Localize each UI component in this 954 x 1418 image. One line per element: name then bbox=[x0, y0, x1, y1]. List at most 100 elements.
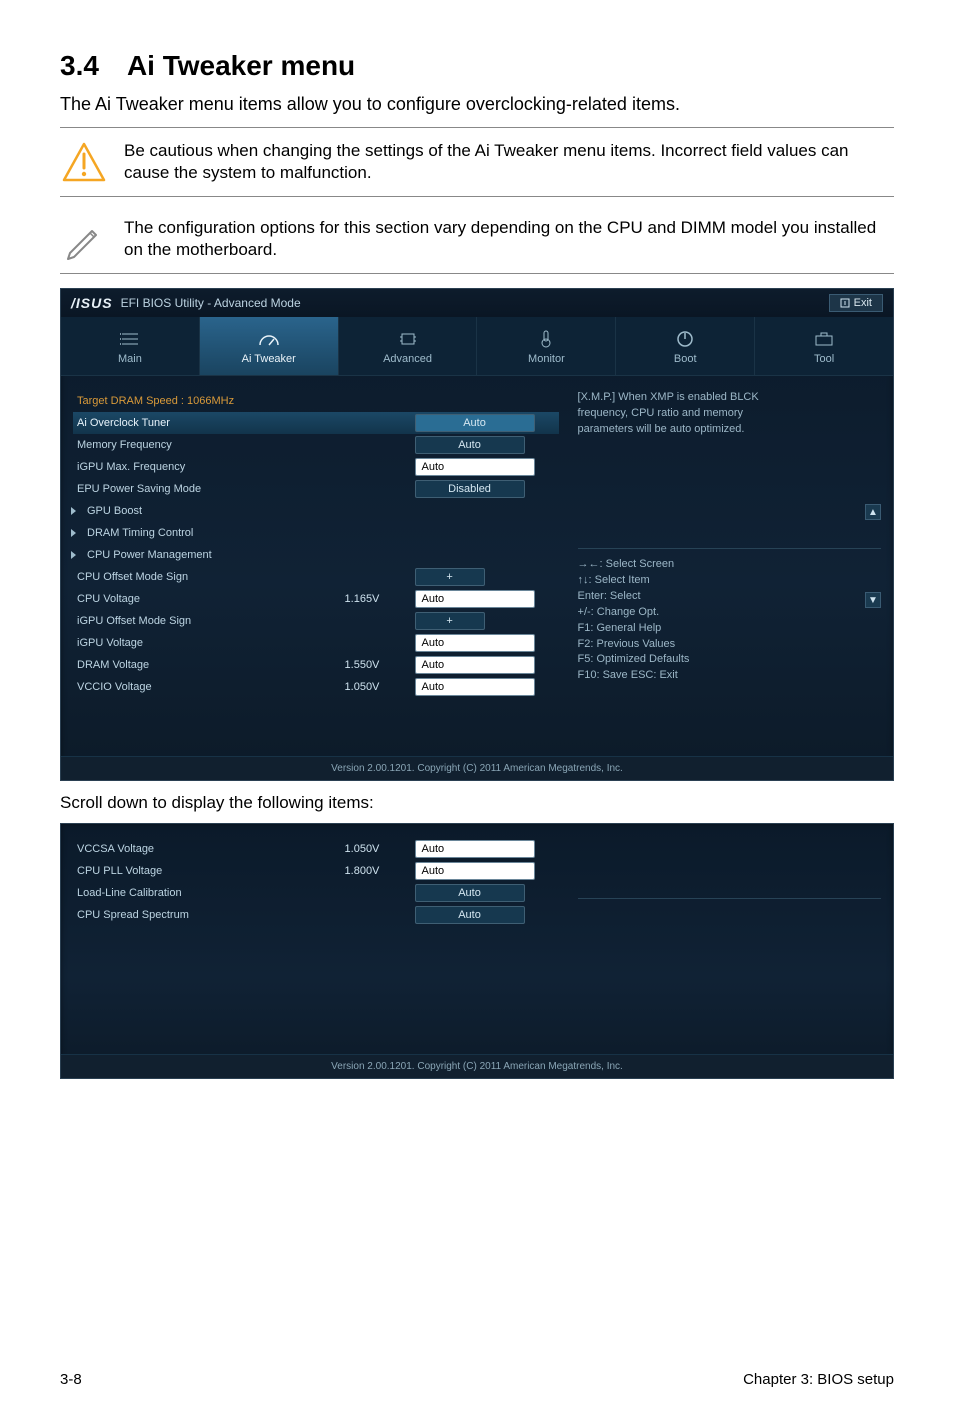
row-cpu-spread-spectrum[interactable]: CPU Spread Spectrum Auto bbox=[73, 904, 559, 926]
bios-settings-list-2: VCCSA Voltage 1.050V Auto CPU PLL Voltag… bbox=[73, 838, 567, 1042]
label-cpu-voltage: CPU Voltage bbox=[77, 593, 345, 605]
info-text: The configuration options for this secti… bbox=[124, 215, 894, 261]
help-line-1: [X.M.P.] When XMP is enabled BLCK bbox=[578, 390, 881, 406]
row-cpu-pll-voltage[interactable]: CPU PLL Voltage 1.800V Auto bbox=[73, 860, 559, 882]
section-number: 3.4 bbox=[60, 50, 99, 81]
bios-brand: /ISUS bbox=[71, 295, 113, 311]
row-vccsa-voltage[interactable]: VCCSA Voltage 1.050V Auto bbox=[73, 838, 559, 860]
value-vccio-voltage[interactable]: Auto bbox=[415, 678, 535, 696]
value-vccsa-voltage[interactable]: Auto bbox=[415, 840, 535, 858]
value-igpu-max-frequency[interactable]: Auto bbox=[415, 458, 535, 476]
help-nav-4: +/-: Change Opt. bbox=[578, 605, 881, 621]
bios-body: Target DRAM Speed : 1066MHz Ai Overclock… bbox=[61, 376, 893, 756]
exit-button[interactable]: Exit bbox=[829, 294, 883, 312]
value-dram-voltage[interactable]: Auto bbox=[415, 656, 535, 674]
value-cpu-spread-spectrum[interactable]: Auto bbox=[415, 906, 525, 924]
scroll-down-button[interactable]: ▼ bbox=[865, 592, 881, 608]
value-cpu-voltage[interactable]: Auto bbox=[415, 590, 535, 608]
bios-help-panel-2 bbox=[567, 838, 881, 1042]
help-line-2: frequency, CPU ratio and memory bbox=[578, 406, 881, 422]
tab-ai-tweaker-label: Ai Tweaker bbox=[242, 353, 296, 365]
tab-tool-label: Tool bbox=[814, 353, 834, 365]
value-cpu-pll-voltage[interactable]: Auto bbox=[415, 862, 535, 880]
row-igpu-max-frequency[interactable]: iGPU Max. Frequency Auto bbox=[73, 456, 559, 478]
label-igpu-offset-mode-sign: iGPU Offset Mode Sign bbox=[77, 615, 345, 627]
bios-window-main: /ISUS EFI BIOS Utility - Advanced Mode E… bbox=[60, 288, 894, 781]
row-igpu-offset-mode-sign[interactable]: iGPU Offset Mode Sign + bbox=[73, 610, 559, 632]
section-heading: 3.4Ai Tweaker menu bbox=[60, 50, 894, 82]
bios-window-scrolled: VCCSA Voltage 1.050V Auto CPU PLL Voltag… bbox=[60, 823, 894, 1079]
scroll-note: Scroll down to display the following ite… bbox=[60, 793, 894, 813]
tab-main[interactable]: Main bbox=[61, 317, 200, 375]
caution-icon bbox=[60, 138, 108, 186]
row-cpu-power-management[interactable]: CPU Power Management bbox=[73, 544, 559, 566]
intro-text: The Ai Tweaker menu items allow you to c… bbox=[60, 94, 894, 115]
dashboard-icon bbox=[258, 328, 280, 350]
bios-titlebar: /ISUS EFI BIOS Utility - Advanced Mode E… bbox=[61, 289, 893, 317]
row-vccio-voltage[interactable]: VCCIO Voltage 1.050V Auto bbox=[73, 676, 559, 698]
tab-ai-tweaker[interactable]: Ai Tweaker bbox=[200, 317, 339, 375]
row-gpu-boost[interactable]: GPU Boost bbox=[73, 500, 559, 522]
value-igpu-offset-mode-sign[interactable]: + bbox=[415, 612, 485, 630]
exit-icon bbox=[840, 298, 850, 308]
value-memory-frequency[interactable]: Auto bbox=[415, 436, 525, 454]
row-igpu-voltage[interactable]: iGPU Voltage Auto bbox=[73, 632, 559, 654]
tab-tool[interactable]: Tool bbox=[755, 317, 893, 375]
label-igpu-voltage: iGPU Voltage bbox=[77, 637, 345, 649]
label-gpu-boost: GPU Boost bbox=[87, 505, 345, 517]
help-nav-1: →←: Select Screen bbox=[578, 557, 881, 573]
tab-main-label: Main bbox=[118, 353, 142, 365]
exit-label: Exit bbox=[854, 297, 872, 309]
row-dram-timing-control[interactable]: DRAM Timing Control bbox=[73, 522, 559, 544]
pencil-icon bbox=[60, 215, 108, 263]
reading-dram-voltage: 1.550V bbox=[345, 659, 415, 671]
row-cpu-voltage[interactable]: CPU Voltage 1.165V Auto bbox=[73, 588, 559, 610]
value-ai-overclock-tuner[interactable]: Auto bbox=[415, 414, 535, 432]
tab-boot[interactable]: Boot bbox=[616, 317, 755, 375]
bios-tabs: Main Ai Tweaker Advanced Monitor Boot bbox=[61, 317, 893, 376]
list-icon bbox=[120, 328, 140, 350]
bios-settings-list: Target DRAM Speed : 1066MHz Ai Overclock… bbox=[73, 390, 567, 744]
row-memory-frequency[interactable]: Memory Frequency Auto bbox=[73, 434, 559, 456]
toolbox-icon bbox=[814, 328, 834, 350]
value-cpu-offset-mode-sign[interactable]: + bbox=[415, 568, 485, 586]
scroll-up-button[interactable]: ▲ bbox=[865, 504, 881, 520]
help-separator bbox=[578, 548, 881, 549]
help-nav-3: Enter: Select bbox=[578, 589, 881, 605]
reading-vccio-voltage: 1.050V bbox=[345, 681, 415, 693]
chapter-label: Chapter 3: BIOS setup bbox=[743, 1371, 894, 1388]
row-ai-overclock-tuner[interactable]: Ai Overclock Tuner Auto bbox=[73, 412, 559, 434]
reading-vccsa-voltage: 1.050V bbox=[345, 843, 415, 855]
row-cpu-offset-mode-sign[interactable]: CPU Offset Mode Sign + bbox=[73, 566, 559, 588]
caution-text: Be cautious when changing the settings o… bbox=[124, 138, 894, 184]
tab-monitor-label: Monitor bbox=[528, 353, 565, 365]
value-load-line-calibration[interactable]: Auto bbox=[415, 884, 525, 902]
reading-cpu-pll-voltage: 1.800V bbox=[345, 865, 415, 877]
value-igpu-voltage[interactable]: Auto bbox=[415, 634, 535, 652]
tab-advanced[interactable]: Advanced bbox=[339, 317, 478, 375]
thermometer-icon bbox=[539, 328, 553, 350]
help-nav-6: F2: Previous Values bbox=[578, 637, 881, 653]
label-cpu-spread-spectrum: CPU Spread Spectrum bbox=[77, 909, 345, 921]
tab-monitor[interactable]: Monitor bbox=[477, 317, 616, 375]
label-load-line-calibration: Load-Line Calibration bbox=[77, 887, 345, 899]
label-dram-voltage: DRAM Voltage bbox=[77, 659, 345, 671]
label-dram-timing: DRAM Timing Control bbox=[87, 527, 345, 539]
help-separator-2 bbox=[578, 898, 881, 899]
reading-cpu-voltage: 1.165V bbox=[345, 593, 415, 605]
page-number: 3-8 bbox=[60, 1371, 82, 1388]
info-note: The configuration options for this secti… bbox=[60, 205, 894, 274]
row-dram-voltage[interactable]: DRAM Voltage 1.550V Auto bbox=[73, 654, 559, 676]
chip-icon bbox=[398, 328, 418, 350]
row-epu-power-saving[interactable]: EPU Power Saving Mode Disabled bbox=[73, 478, 559, 500]
value-epu-power-saving[interactable]: Disabled bbox=[415, 480, 525, 498]
bios-footer-2: Version 2.00.1201. Copyright (C) 2011 Am… bbox=[61, 1054, 893, 1078]
help-line-3: parameters will be auto optimized. bbox=[578, 422, 881, 438]
help-nav-8: F10: Save ESC: Exit bbox=[578, 668, 881, 684]
label-target-dram: Target DRAM Speed : 1066MHz bbox=[77, 395, 345, 407]
label-cpu-offset-mode-sign: CPU Offset Mode Sign bbox=[77, 571, 345, 583]
row-load-line-calibration[interactable]: Load-Line Calibration Auto bbox=[73, 882, 559, 904]
bios-footer: Version 2.00.1201. Copyright (C) 2011 Am… bbox=[61, 756, 893, 780]
label-vccsa-voltage: VCCSA Voltage bbox=[77, 843, 345, 855]
caution-note: Be cautious when changing the settings o… bbox=[60, 127, 894, 197]
